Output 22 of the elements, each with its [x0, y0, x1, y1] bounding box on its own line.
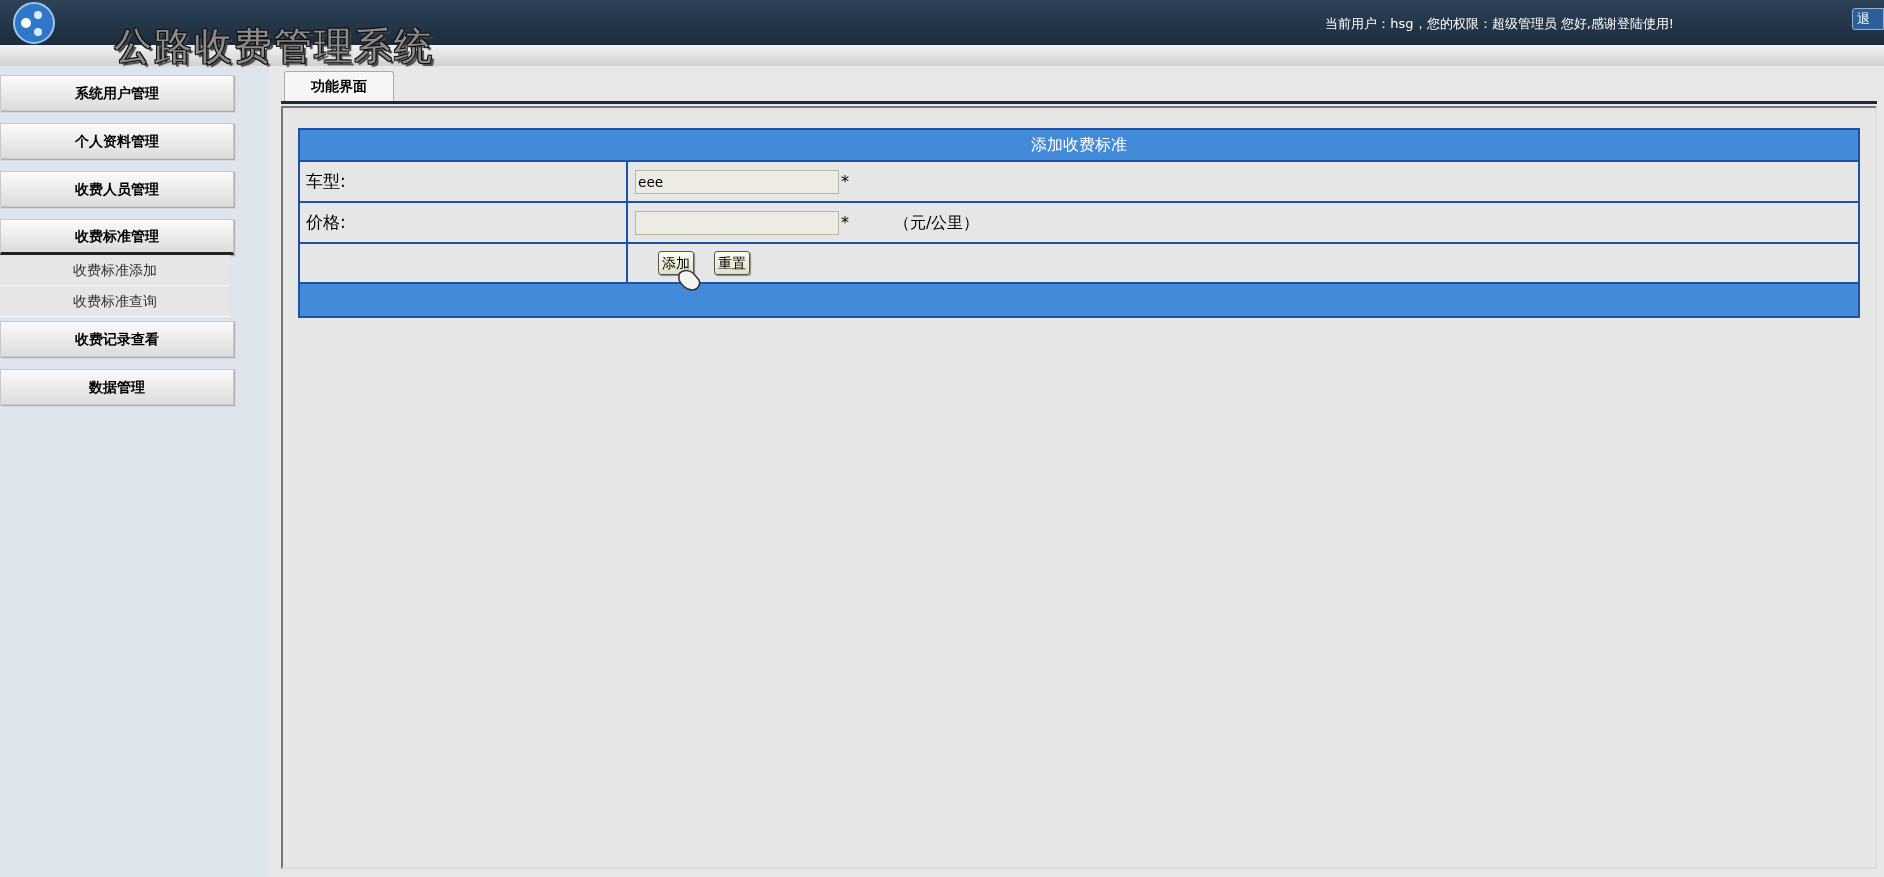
- sidebar-menu-button[interactable]: 收费标准管理: [0, 219, 234, 255]
- sidebar-menu-button[interactable]: 数据管理: [0, 369, 234, 405]
- tab[interactable]: 功能界面: [284, 71, 394, 101]
- sidebar-menu-button[interactable]: 系统用户管理: [0, 75, 234, 111]
- text-input[interactable]: eee: [635, 169, 839, 194]
- field-label: 价格:: [300, 203, 626, 242]
- logout-button[interactable]: 退: [1852, 8, 1884, 30]
- form-button[interactable]: 重置: [714, 251, 750, 275]
- user-info-text: 当前用户：hsg，您的权限：超级管理员 您好,感谢登陆使用!: [1325, 15, 1674, 33]
- text-input[interactable]: [635, 210, 839, 235]
- sidebar-submenu-item[interactable]: 收费标准添加: [0, 255, 230, 286]
- sidebar-submenu-item[interactable]: 收费标准查询: [0, 286, 230, 317]
- form-title: 添加收费标准: [300, 130, 1858, 160]
- sidebar-menu-button[interactable]: 个人资料管理: [0, 123, 234, 159]
- sidebar-menu-button[interactable]: 收费人员管理: [0, 171, 234, 207]
- field-label: 车型:: [300, 162, 626, 201]
- hand-cursor-icon: [676, 268, 702, 292]
- unit-text: （元/公里）: [894, 211, 980, 234]
- globe-logo-icon: [12, 1, 56, 45]
- required-mark: *: [841, 170, 849, 193]
- sidebar-menu-button[interactable]: 收费记录查看: [0, 321, 234, 357]
- required-mark: *: [841, 211, 849, 234]
